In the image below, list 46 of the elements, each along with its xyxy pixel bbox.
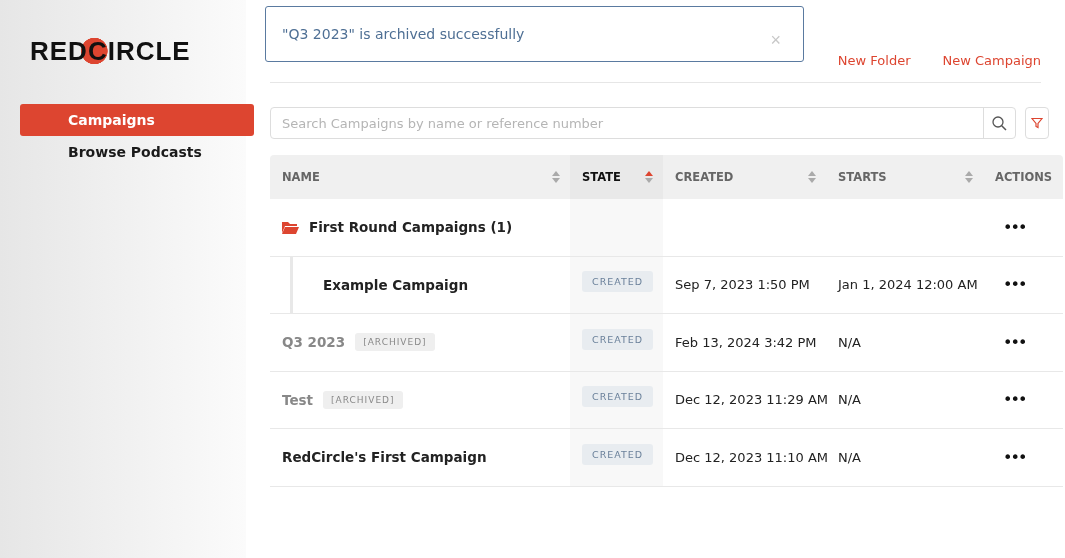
campaign-name: Example Campaign (323, 276, 468, 293)
created-date: Dec 12, 2023 11:29 AM (675, 392, 829, 408)
start-date: Jan 1, 2024 12:00 AM (838, 277, 978, 293)
more-button[interactable]: ••• (1003, 447, 1026, 467)
column-header[interactable]: ACTIONS (983, 155, 1063, 199)
column-header[interactable]: STARTS (826, 155, 983, 199)
more-button[interactable]: ••• (1003, 217, 1026, 237)
start-date: N/A (838, 449, 861, 465)
column-header[interactable]: NAME (270, 155, 570, 199)
campaign-row[interactable]: Test [ARCHIVED] CREATED Dec 12, 2023 11:29 AM N/A ••• (270, 371, 1063, 429)
folder-name: First Round Campaigns (1) (309, 219, 513, 236)
campaign-name: Test (282, 391, 314, 408)
header-link[interactable]: New Folder (837, 53, 911, 68)
start-date: N/A (838, 392, 861, 408)
column-header[interactable]: CREATED (663, 155, 826, 199)
sort-icon[interactable] (965, 170, 973, 184)
campaign-row[interactable]: Example Campaign CREATED Sep 7, 2023 1:50 PM Jan 1, 2024 12:00 AM ••• (270, 256, 1063, 314)
campaign-name: Q3 2023 (282, 334, 346, 351)
campaign-row[interactable]: Q3 2023 [ARCHIVED] CREATED Feb 13, 2024 3:42 PM N/A ••• (270, 314, 1063, 372)
state-badge: CREATED (582, 443, 654, 465)
column-header[interactable]: STATE (570, 155, 663, 199)
archived-tag: [ARCHIVED] (355, 333, 435, 352)
more-button[interactable]: ••• (1003, 275, 1026, 295)
search-icon (992, 115, 1007, 131)
filter-icon (1031, 117, 1043, 129)
state-badge: CREATED (582, 386, 654, 408)
created-date: Dec 12, 2023 11:10 AM (675, 449, 829, 465)
sort-icon[interactable] (808, 170, 816, 184)
sort-icon[interactable] (645, 170, 653, 184)
more-button[interactable]: ••• (1003, 332, 1026, 352)
sidebar-item[interactable]: Browse Podcasts (20, 136, 254, 168)
sidebar-item[interactable]: Campaigns (20, 104, 254, 136)
header-link[interactable]: New Campaign (942, 53, 1041, 68)
campaign-row[interactable]: RedCircle's First Campaign CREATED Dec 12, 2023 11:10 AM N/A ••• (270, 429, 1063, 487)
state-badge: CREATED (582, 328, 654, 350)
archived-tag: [ARCHIVED] (323, 390, 403, 409)
folder-row[interactable]: First Round Campaigns (1) ••• (270, 199, 1063, 257)
created-date: Feb 13, 2024 3:42 PM (675, 334, 817, 350)
state-badge: CREATED (582, 271, 654, 293)
created-date: Sep 7, 2023 1:50 PM (675, 277, 810, 293)
more-button[interactable]: ••• (1003, 390, 1026, 410)
sort-icon[interactable] (552, 170, 560, 184)
campaign-name: RedCircle's First Campaign (282, 449, 487, 466)
start-date: N/A (838, 334, 861, 350)
toast-message: "Q3 2023" is archived successfully (282, 26, 525, 42)
filter-button[interactable] (1025, 107, 1049, 139)
